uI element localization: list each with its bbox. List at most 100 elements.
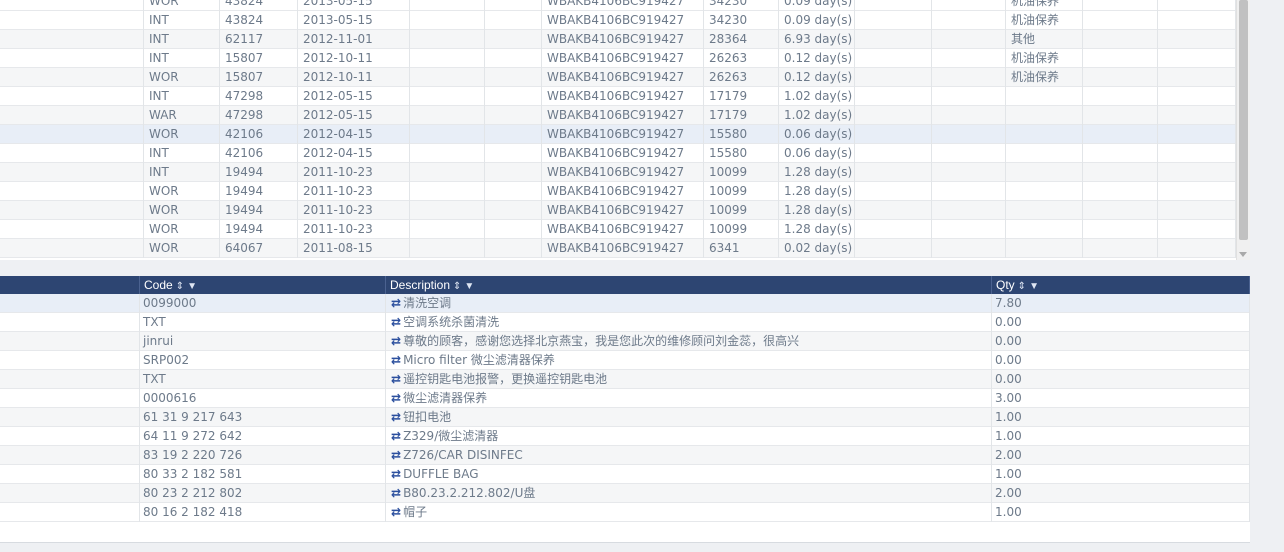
- cell-category: [1006, 87, 1083, 106]
- swap-arrows-icon[interactable]: ⇄: [391, 446, 401, 465]
- cell-description: ⇄ 空调系统杀菌清洗: [386, 313, 992, 332]
- table-row-selected[interactable]: WOR 42106 2012-04-15 WBAKB4106BC919427 1…: [0, 125, 1236, 144]
- filter-icon[interactable]: ▼: [187, 281, 197, 292]
- cell-type: INT: [144, 163, 220, 182]
- table-row[interactable]: INT 47298 2012-05-15 WBAKB4106BC919427 1…: [0, 87, 1236, 106]
- table-row[interactable]: 61 31 9 217 643 ⇄ 钮扣电池 1.00: [0, 408, 1250, 427]
- cell-description: ⇄ Z329/微尘滤清器: [386, 427, 992, 446]
- table-row[interactable]: jinrui ⇄ 尊敬的顾客，感谢您选择北京燕宝，我是您此次的维修顾问刘金蕊，很高…: [0, 332, 1250, 351]
- swap-arrows-icon[interactable]: ⇄: [391, 408, 401, 427]
- cell-qty: 1.00: [992, 427, 1250, 446]
- cell-qty: 0.00: [992, 370, 1250, 389]
- swap-arrows-icon[interactable]: ⇄: [391, 427, 401, 446]
- table-row[interactable]: 83 19 2 220 726 ⇄ Z726/CAR DISINFEC 2.00: [0, 446, 1250, 465]
- cell-date: 2011-08-15: [298, 239, 410, 258]
- table-row[interactable]: TXT ⇄ 空调系统杀菌清洗 0.00: [0, 313, 1250, 332]
- cell-code: 80 16 2 182 418: [140, 503, 386, 522]
- table-row[interactable]: 80 16 2 182 418 ⇄ 帽子 1.00: [0, 503, 1250, 522]
- table-row[interactable]: WOR 64067 2011-08-15 WBAKB4106BC919427 6…: [0, 239, 1236, 258]
- cell-category: [1006, 163, 1083, 182]
- sort-icon[interactable]: ⇕: [176, 281, 184, 292]
- table-header: Code ⇕ ▼ Description ⇕ ▼ Qty ⇕ ▼: [0, 276, 1250, 294]
- cell-qty: 0.00: [992, 332, 1250, 351]
- cell-date: 2011-10-23: [298, 201, 410, 220]
- description-text: 清洗空调: [403, 296, 452, 310]
- table-row[interactable]: INT 19494 2011-10-23 WBAKB4106BC919427 1…: [0, 163, 1236, 182]
- cell-mileage: 17179: [704, 106, 779, 125]
- cell-type: WOR: [144, 182, 220, 201]
- swap-arrows-icon[interactable]: ⇄: [391, 389, 401, 408]
- table-row[interactable]: INT 15807 2012-10-11 WBAKB4106BC919427 2…: [0, 49, 1236, 68]
- cell-code: 0000616: [140, 389, 386, 408]
- swap-arrows-icon[interactable]: ⇄: [391, 294, 401, 313]
- table-row[interactable]: WOR 19494 2011-10-23 WBAKB4106BC919427 1…: [0, 220, 1236, 239]
- column-header-qty[interactable]: Qty ⇕ ▼: [992, 276, 1250, 294]
- cell-qty: 2.00: [992, 446, 1250, 465]
- table-row[interactable]: 80 33 2 182 581 ⇄ DUFFLE BAG 1.00: [0, 465, 1250, 484]
- swap-arrows-icon[interactable]: ⇄: [391, 351, 401, 370]
- table-row[interactable]: WOR 19494 2011-10-23 WBAKB4106BC919427 1…: [0, 182, 1236, 201]
- filter-icon[interactable]: ▼: [1029, 281, 1039, 292]
- cell-duration: 0.06 day(s): [779, 125, 855, 144]
- cell-code: 64 11 9 272 642: [140, 427, 386, 446]
- cell-type: WAR: [144, 106, 220, 125]
- table-row[interactable]: INT 43824 2013-05-15 WBAKB4106BC919427 3…: [0, 11, 1236, 30]
- table-row[interactable]: WAR 47298 2012-05-15 WBAKB4106BC919427 1…: [0, 106, 1236, 125]
- column-header-description[interactable]: Description ⇕ ▼: [386, 276, 992, 294]
- cell-qty: 1.00: [992, 503, 1250, 522]
- cell-type: WOR: [144, 68, 220, 87]
- cell-description: ⇄ Micro filter 微尘滤清器保养: [386, 351, 992, 370]
- cell-type: INT: [144, 11, 220, 30]
- cell-mileage: 34230: [704, 0, 779, 11]
- swap-arrows-icon[interactable]: ⇄: [391, 313, 401, 332]
- cell-mileage: 34230: [704, 11, 779, 30]
- cell-category: 机油保养: [1006, 0, 1083, 11]
- cell-mileage: 28364: [704, 30, 779, 49]
- cell-description: ⇄ 微尘滤清器保养: [386, 389, 992, 408]
- cell-description: ⇄ Z726/CAR DISINFEC: [386, 446, 992, 465]
- cell-date: 2012-11-01: [298, 30, 410, 49]
- table-row[interactable]: SRP002 ⇄ Micro filter 微尘滤清器保养 0.00: [0, 351, 1250, 370]
- table-row-selected[interactable]: 0099000 ⇄ 清洗空调 7.80: [0, 294, 1250, 313]
- cell-duration: 0.06 day(s): [779, 144, 855, 163]
- cell-vin: WBAKB4106BC919427: [542, 125, 704, 144]
- cell-category: [1006, 201, 1083, 220]
- cell-mileage: 26263: [704, 68, 779, 87]
- sort-icon[interactable]: ⇕: [1018, 281, 1026, 292]
- description-text: DUFFLE BAG: [403, 467, 479, 481]
- table-row[interactable]: 64 11 9 272 642 ⇄ Z329/微尘滤清器 1.00: [0, 427, 1250, 446]
- table-row[interactable]: 0000616 ⇄ 微尘滤清器保养 3.00: [0, 389, 1250, 408]
- scroll-down-arrow-icon[interactable]: [1239, 252, 1247, 257]
- column-header-code[interactable]: Code ⇕ ▼: [140, 276, 386, 294]
- cell-date: 2013-05-15: [298, 11, 410, 30]
- swap-arrows-icon[interactable]: ⇄: [391, 332, 401, 351]
- cell-type: WOR: [144, 201, 220, 220]
- cell-duration: 0.09 day(s): [779, 0, 855, 11]
- cell-type: WOR: [144, 220, 220, 239]
- cell-type: INT: [144, 144, 220, 163]
- cell-code: 0099000: [140, 294, 386, 313]
- table-row[interactable]: TXT ⇄ 遥控钥匙电池报警，更换遥控钥匙电池 0.00: [0, 370, 1250, 389]
- swap-arrows-icon[interactable]: ⇄: [391, 465, 401, 484]
- description-text: 空调系统杀菌清洗: [403, 315, 500, 329]
- table-row[interactable]: WOR 19494 2011-10-23 WBAKB4106BC919427 1…: [0, 201, 1236, 220]
- vertical-scrollbar[interactable]: [1236, 0, 1250, 260]
- cell-category: 其他: [1006, 30, 1083, 49]
- swap-arrows-icon[interactable]: ⇄: [391, 484, 401, 503]
- swap-arrows-icon[interactable]: ⇄: [391, 503, 401, 522]
- sort-icon[interactable]: ⇕: [453, 281, 461, 292]
- table-row[interactable]: INT 62117 2012-11-01 WBAKB4106BC919427 2…: [0, 30, 1236, 49]
- description-text: Z726/CAR DISINFEC: [403, 448, 523, 462]
- table-row[interactable]: WOR 15807 2012-10-11 WBAKB4106BC919427 2…: [0, 68, 1236, 87]
- cell-mileage: 15580: [704, 125, 779, 144]
- swap-arrows-icon[interactable]: ⇄: [391, 370, 401, 389]
- table-row[interactable]: INT 42106 2012-04-15 WBAKB4106BC919427 1…: [0, 144, 1236, 163]
- filter-icon[interactable]: ▼: [464, 281, 474, 292]
- scrollbar-thumb[interactable]: [1239, 0, 1248, 240]
- cell-ro-number: 47298: [220, 87, 298, 106]
- table-row[interactable]: 80 23 2 212 802 ⇄ B80.23.2.212.802/U盘 2.0…: [0, 484, 1250, 503]
- cell-vin: WBAKB4106BC919427: [542, 0, 704, 11]
- column-header-label: Description: [390, 278, 451, 292]
- cell-duration: 0.09 day(s): [779, 11, 855, 30]
- table-row[interactable]: WOR 43824 2013-05-15 WBAKB4106BC919427 3…: [0, 0, 1236, 11]
